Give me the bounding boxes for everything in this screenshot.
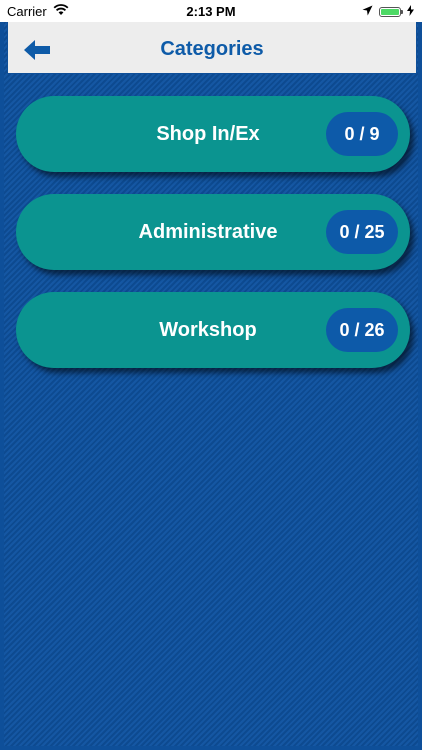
category-count-badge: 0 / 26: [326, 308, 398, 352]
category-item-workshop[interactable]: Workshop 0 / 26: [16, 292, 410, 368]
charging-bolt-icon: [407, 4, 414, 19]
battery-icon: [379, 6, 403, 17]
category-item-administrative[interactable]: Administrative 0 / 25: [16, 194, 410, 270]
status-right: [362, 4, 414, 19]
category-count-badge: 0 / 9: [326, 112, 398, 156]
category-label: Shop In/Ex: [156, 122, 260, 145]
category-label: Workshop: [159, 318, 257, 341]
app-frame: Categories Shop In/Ex 0 / 9 Administrati…: [0, 22, 422, 750]
category-count-badge: 0 / 25: [326, 210, 398, 254]
category-label: Administrative: [138, 220, 278, 243]
location-arrow-icon: [362, 4, 373, 19]
status-time: 2:13 PM: [186, 4, 236, 19]
page-title: Categories: [160, 38, 264, 60]
status-bar: Carrier 2:13 PM: [0, 0, 422, 22]
battery-fill: [381, 8, 399, 15]
navbar: Categories: [7, 22, 417, 74]
category-item-shop-in-ex[interactable]: Shop In/Ex 0 / 9: [16, 96, 410, 172]
category-list: Shop In/Ex 0 / 9 Administrative 0 / 25 W…: [16, 96, 410, 390]
